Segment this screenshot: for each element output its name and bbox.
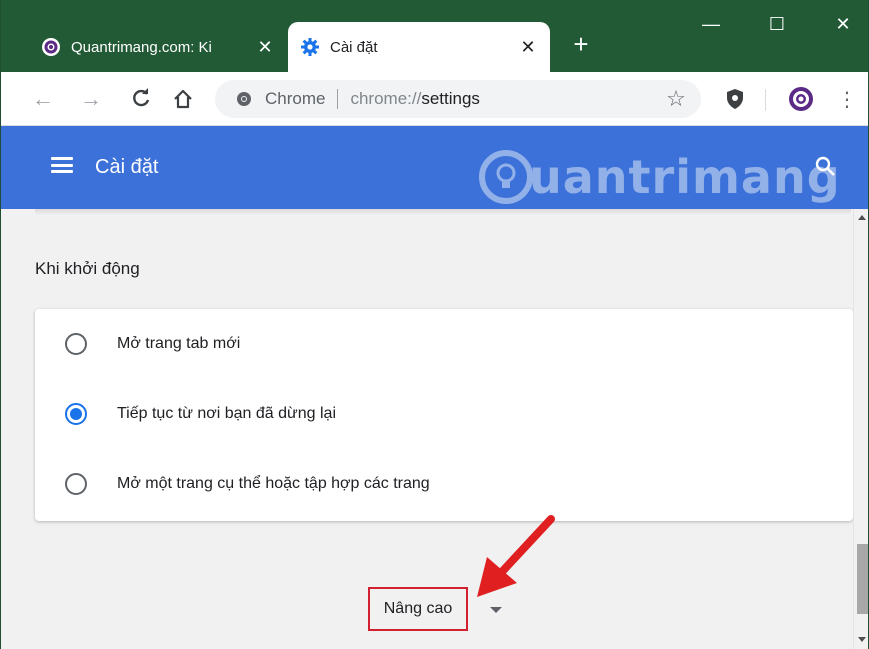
new-tab-button[interactable]: + [567, 30, 595, 58]
address-bar[interactable]: Chrome chrome:// settings ☆ [215, 80, 701, 118]
reload-icon [133, 88, 150, 107]
quantrimang-logo-icon [41, 37, 61, 57]
url-path: settings [421, 89, 480, 108]
maximize-button[interactable]: ☐ [757, 10, 797, 38]
watermark-text: uantrimang [529, 150, 841, 204]
reload-button[interactable] [127, 85, 155, 113]
lightbulb-icon [479, 150, 533, 204]
home-icon [174, 89, 192, 109]
toolbar-divider [765, 89, 766, 111]
extension-button[interactable] [721, 85, 749, 113]
caret-down-icon[interactable] [490, 607, 502, 613]
menu-button[interactable]: ⋮ [833, 85, 861, 113]
home-button[interactable] [169, 85, 197, 113]
tab-title: Cài đặt [330, 38, 378, 56]
chrome-icon [233, 88, 255, 110]
minimize-button[interactable]: — [691, 10, 731, 38]
page-title: Cài đặt [95, 156, 159, 178]
omnibox-separator [337, 89, 339, 109]
hamburger-menu-icon[interactable] [51, 154, 73, 176]
tab-quantrimang[interactable]: Quantrimang.com: Ki ✕ [29, 22, 287, 72]
startup-option-specific-pages[interactable]: Mở một trang cụ thể hoặc tập hợp các tra… [35, 449, 853, 519]
back-button[interactable]: ← [29, 85, 57, 113]
scroll-up-arrow-icon[interactable] [858, 215, 866, 220]
tab-close-button[interactable]: ✕ [516, 37, 540, 58]
red-pointer-arrow-icon [477, 515, 555, 597]
radio-button[interactable] [65, 473, 87, 495]
tab-close-button[interactable]: ✕ [253, 37, 277, 58]
radio-button-checked[interactable] [65, 403, 87, 425]
option-label: Tiếp tục từ nơi bạn đã dừng lại [117, 405, 336, 422]
settings-gear-icon [300, 37, 320, 57]
forward-button[interactable]: → [77, 85, 105, 113]
previous-card-edge [35, 209, 851, 215]
option-label: Mở một trang cụ thể hoặc tập hợp các tra… [117, 475, 430, 492]
scrollbar[interactable] [853, 209, 868, 649]
tab-strip: Quantrimang.com: Ki ✕ Cài đặt ✕ + — ☐ ✕ [1, 0, 868, 72]
close-window-button[interactable]: ✕ [823, 10, 863, 38]
profile-button[interactable] [787, 85, 815, 113]
url-scheme: chrome:// [350, 89, 422, 108]
tab-title: Quantrimang.com: Ki [71, 38, 212, 56]
site-chip-label: Chrome [265, 89, 326, 108]
option-label: Mở trang tab mới [117, 335, 241, 352]
scroll-down-arrow-icon[interactable] [858, 637, 866, 642]
scrollbar-thumb[interactable] [857, 544, 868, 614]
radio-button[interactable] [65, 333, 87, 355]
startup-option-continue[interactable]: Tiếp tục từ nơi bạn đã dừng lại [35, 379, 853, 449]
shield-icon [727, 89, 743, 109]
startup-options-card: Mở trang tab mới Tiếp tục từ nơi bạn đã … [35, 309, 853, 521]
advanced-button[interactable]: Nâng cao [368, 587, 468, 631]
browser-toolbar: ← → Chrome chrome:// settings ☆ ⋮ [1, 72, 868, 126]
browser-window: Quantrimang.com: Ki ✕ Cài đặt ✕ + — ☐ ✕ … [0, 0, 869, 649]
settings-content: Khi khởi động Mở trang tab mới Tiếp tục … [1, 209, 853, 649]
startup-option-new-tab[interactable]: Mở trang tab mới [35, 309, 853, 379]
section-title: Khi khởi động [35, 259, 140, 278]
quantrimang-watermark: uantrimang [479, 150, 841, 204]
bookmark-star-icon[interactable]: ☆ [663, 86, 689, 112]
quantrimang-profile-icon [789, 87, 813, 111]
tab-settings[interactable]: Cài đặt ✕ [288, 22, 550, 72]
